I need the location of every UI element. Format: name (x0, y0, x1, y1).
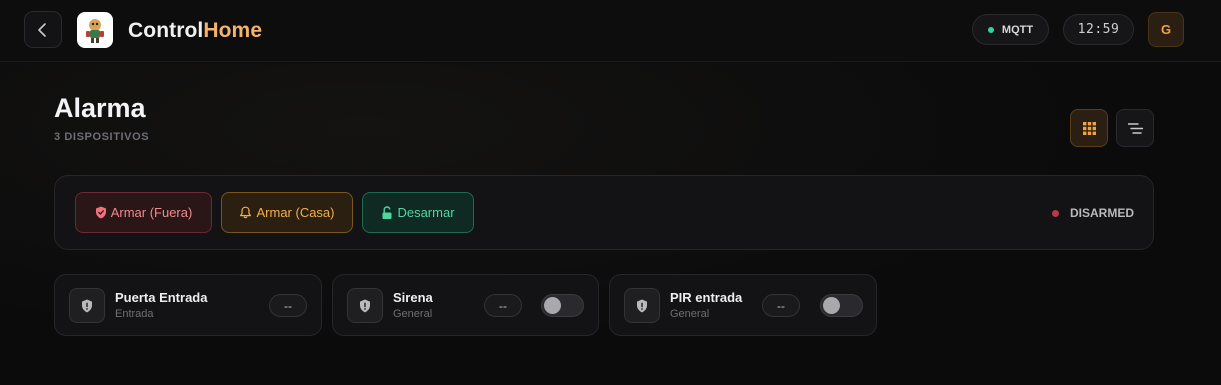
chevron-left-icon (38, 22, 46, 37)
device-state-badge: -- (762, 294, 800, 317)
bell-icon (240, 206, 252, 219)
device-card-pir-entrada[interactable]: PIR entrada General -- (609, 274, 877, 336)
device-state-badge: -- (269, 294, 307, 317)
device-card-sirena[interactable]: Sirena General -- (332, 274, 599, 336)
page-title: Alarma (54, 93, 146, 123)
arm-home-button[interactable]: Armar (Casa) (221, 192, 353, 233)
shield-icon (95, 206, 106, 219)
device-name: PIR entrada (670, 290, 743, 305)
avatar-initial: G (1160, 22, 1172, 37)
device-icon (624, 288, 660, 323)
mqtt-label: MQTT (1001, 23, 1034, 36)
device-card-puerta-entrada[interactable]: Puerta Entrada Entrada -- (54, 274, 322, 336)
app-title-accent: Home (203, 19, 263, 42)
alarm-status: DISARMED (1051, 206, 1134, 220)
alarm-control-panel: Armar (Fuera) Armar (Casa) Desarmar DISA… (54, 175, 1154, 250)
mqtt-status-pill[interactable]: MQTT (972, 14, 1049, 45)
arm-home-label: Armar (Casa) (256, 205, 335, 220)
alarm-status-label: DISARMED (1069, 206, 1134, 220)
status-dot (1051, 209, 1059, 217)
mqtt-connected-dot (987, 26, 994, 33)
device-toggle[interactable] (541, 294, 584, 317)
back-button[interactable] (24, 11, 62, 48)
app-logo (77, 12, 113, 48)
grid-view-button[interactable] (1070, 109, 1108, 147)
device-room: General (393, 308, 433, 320)
disarm-label: Desarmar (397, 205, 455, 220)
shield-alert-icon (637, 299, 647, 312)
disarm-button[interactable]: Desarmar (362, 192, 474, 233)
list-view-button[interactable] (1116, 109, 1154, 147)
shield-alert-icon (82, 299, 92, 312)
device-icon (347, 288, 383, 323)
device-room: General (670, 308, 710, 320)
device-name: Sirena (393, 290, 433, 305)
list-icon (1127, 122, 1143, 134)
arm-away-button[interactable]: Armar (Fuera) (75, 192, 212, 233)
clock-pill: 12:59 (1063, 14, 1134, 45)
device-room: Entrada (115, 308, 154, 320)
device-name: Puerta Entrada (115, 290, 208, 305)
user-avatar[interactable]: G (1148, 12, 1184, 47)
device-toggle[interactable] (820, 294, 863, 317)
device-count: 3 DISPOSITIVOS (54, 131, 150, 143)
top-bar: ControlHome MQTT 12:59 G (0, 0, 1221, 62)
app-logo-icon (86, 19, 104, 43)
toggle-knob (823, 297, 840, 314)
app-title-main: Control (128, 19, 204, 42)
unlock-icon (382, 205, 392, 219)
device-state-badge: -- (484, 294, 522, 317)
device-icon (69, 288, 105, 323)
grid-icon (1082, 121, 1096, 135)
app-title: ControlHome (128, 19, 262, 43)
clock-time: 12:59 (1077, 22, 1120, 37)
arm-away-label: Armar (Fuera) (110, 205, 193, 220)
toggle-knob (544, 297, 561, 314)
shield-alert-icon (360, 299, 370, 312)
